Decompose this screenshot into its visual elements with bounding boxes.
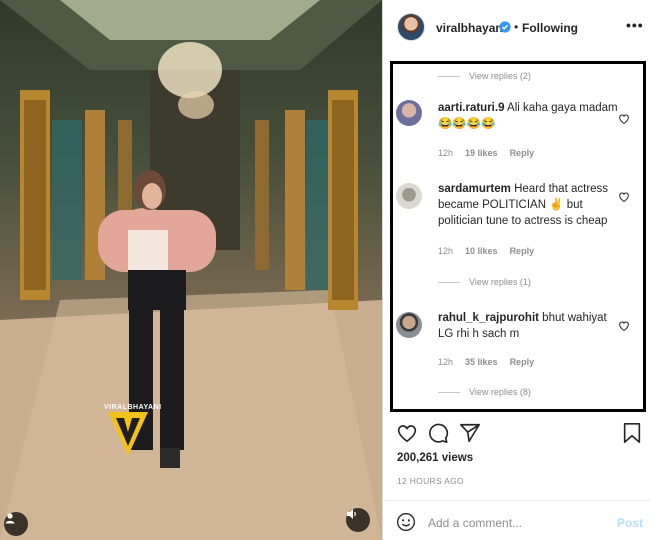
user-silhouette-icon[interactable] [4,512,28,536]
watermark-text: VIRALBHAYANI [104,404,162,411]
view-count[interactable]: 200,261 views [397,452,473,464]
heart-icon[interactable] [618,191,630,203]
speaker-muted-icon[interactable] [346,508,370,532]
reply-button[interactable]: Reply [510,148,535,158]
comment-body: aarti.raturi.9 Ali kaha gaya madam😂😂😂😂 [438,100,618,132]
comment-body: rahul_k_rajpurohit bhut wahiyat LG rhi h… [438,310,618,342]
post-sidebar: viralbhayani • Following ••• View replie… [382,0,650,540]
comment-avatar[interactable] [396,183,422,209]
comment-avatar[interactable] [396,100,422,126]
heart-icon[interactable] [618,113,630,125]
view-replies-label: View replies (2) [469,71,531,81]
replies-divider [438,281,460,283]
watermark-logo-icon [108,412,148,456]
smiley-face-icon[interactable] [396,512,416,532]
comment-likes[interactable]: 10 likes [465,246,498,256]
post-header: viralbhayani • Following ••• [383,0,650,58]
view-replies-label: View replies (8) [469,387,531,397]
following-button[interactable]: Following [522,21,578,35]
comment-username[interactable]: rahul_k_rajpurohit [438,312,539,324]
comment-likes[interactable]: 35 likes [465,357,498,367]
header-separator: • [514,20,519,34]
comment-username[interactable]: aarti.raturi.9 [438,102,504,114]
paper-plane-icon[interactable] [459,422,481,444]
comment-time[interactable]: 12h [438,246,453,256]
comments-list[interactable]: View replies (2) aarti.raturi.9 Ali kaha… [390,61,646,412]
comment-meta: 12h 19 likes Reply [438,148,534,158]
action-bar [383,416,650,450]
view-replies-button[interactable]: View replies (8) [438,387,531,397]
verified-badge-icon [499,21,511,33]
video-frame [0,0,382,540]
comment-time[interactable]: 12h [438,357,453,367]
view-replies-label: View replies (1) [469,277,531,287]
view-replies-button[interactable]: View replies (2) [438,71,531,81]
reply-button[interactable]: Reply [510,357,535,367]
view-replies-button[interactable]: View replies (1) [438,277,531,287]
comment-bubble-icon[interactable] [427,422,449,444]
avatar[interactable] [397,13,425,41]
comment-meta: 12h 10 likes Reply [438,246,534,256]
post-video[interactable]: VIRALBHAYANI [0,0,382,540]
comment-input[interactable]: Add a comment... [428,516,522,530]
comment-body: sardamurtem Heard that actress became PO… [438,181,618,229]
post-timestamp[interactable]: 12 HOURS AGO [397,476,464,486]
comment-username[interactable]: sardamurtem [438,183,511,195]
comment-time[interactable]: 12h [438,148,453,158]
comment-likes[interactable]: 19 likes [465,148,498,158]
replies-divider [438,391,460,393]
replies-divider [438,75,460,77]
comment-meta: 12h 35 likes Reply [438,357,534,367]
author-username[interactable]: viralbhayani [436,21,506,35]
post-button[interactable]: Post [617,516,643,530]
heart-icon[interactable] [396,422,418,444]
comment-avatar[interactable] [396,312,422,338]
bookmark-icon[interactable] [622,422,642,444]
more-options-icon[interactable]: ••• [626,17,644,33]
reply-button[interactable]: Reply [510,246,535,256]
comment-composer: Add a comment... Post [383,500,650,540]
heart-icon[interactable] [618,320,630,332]
